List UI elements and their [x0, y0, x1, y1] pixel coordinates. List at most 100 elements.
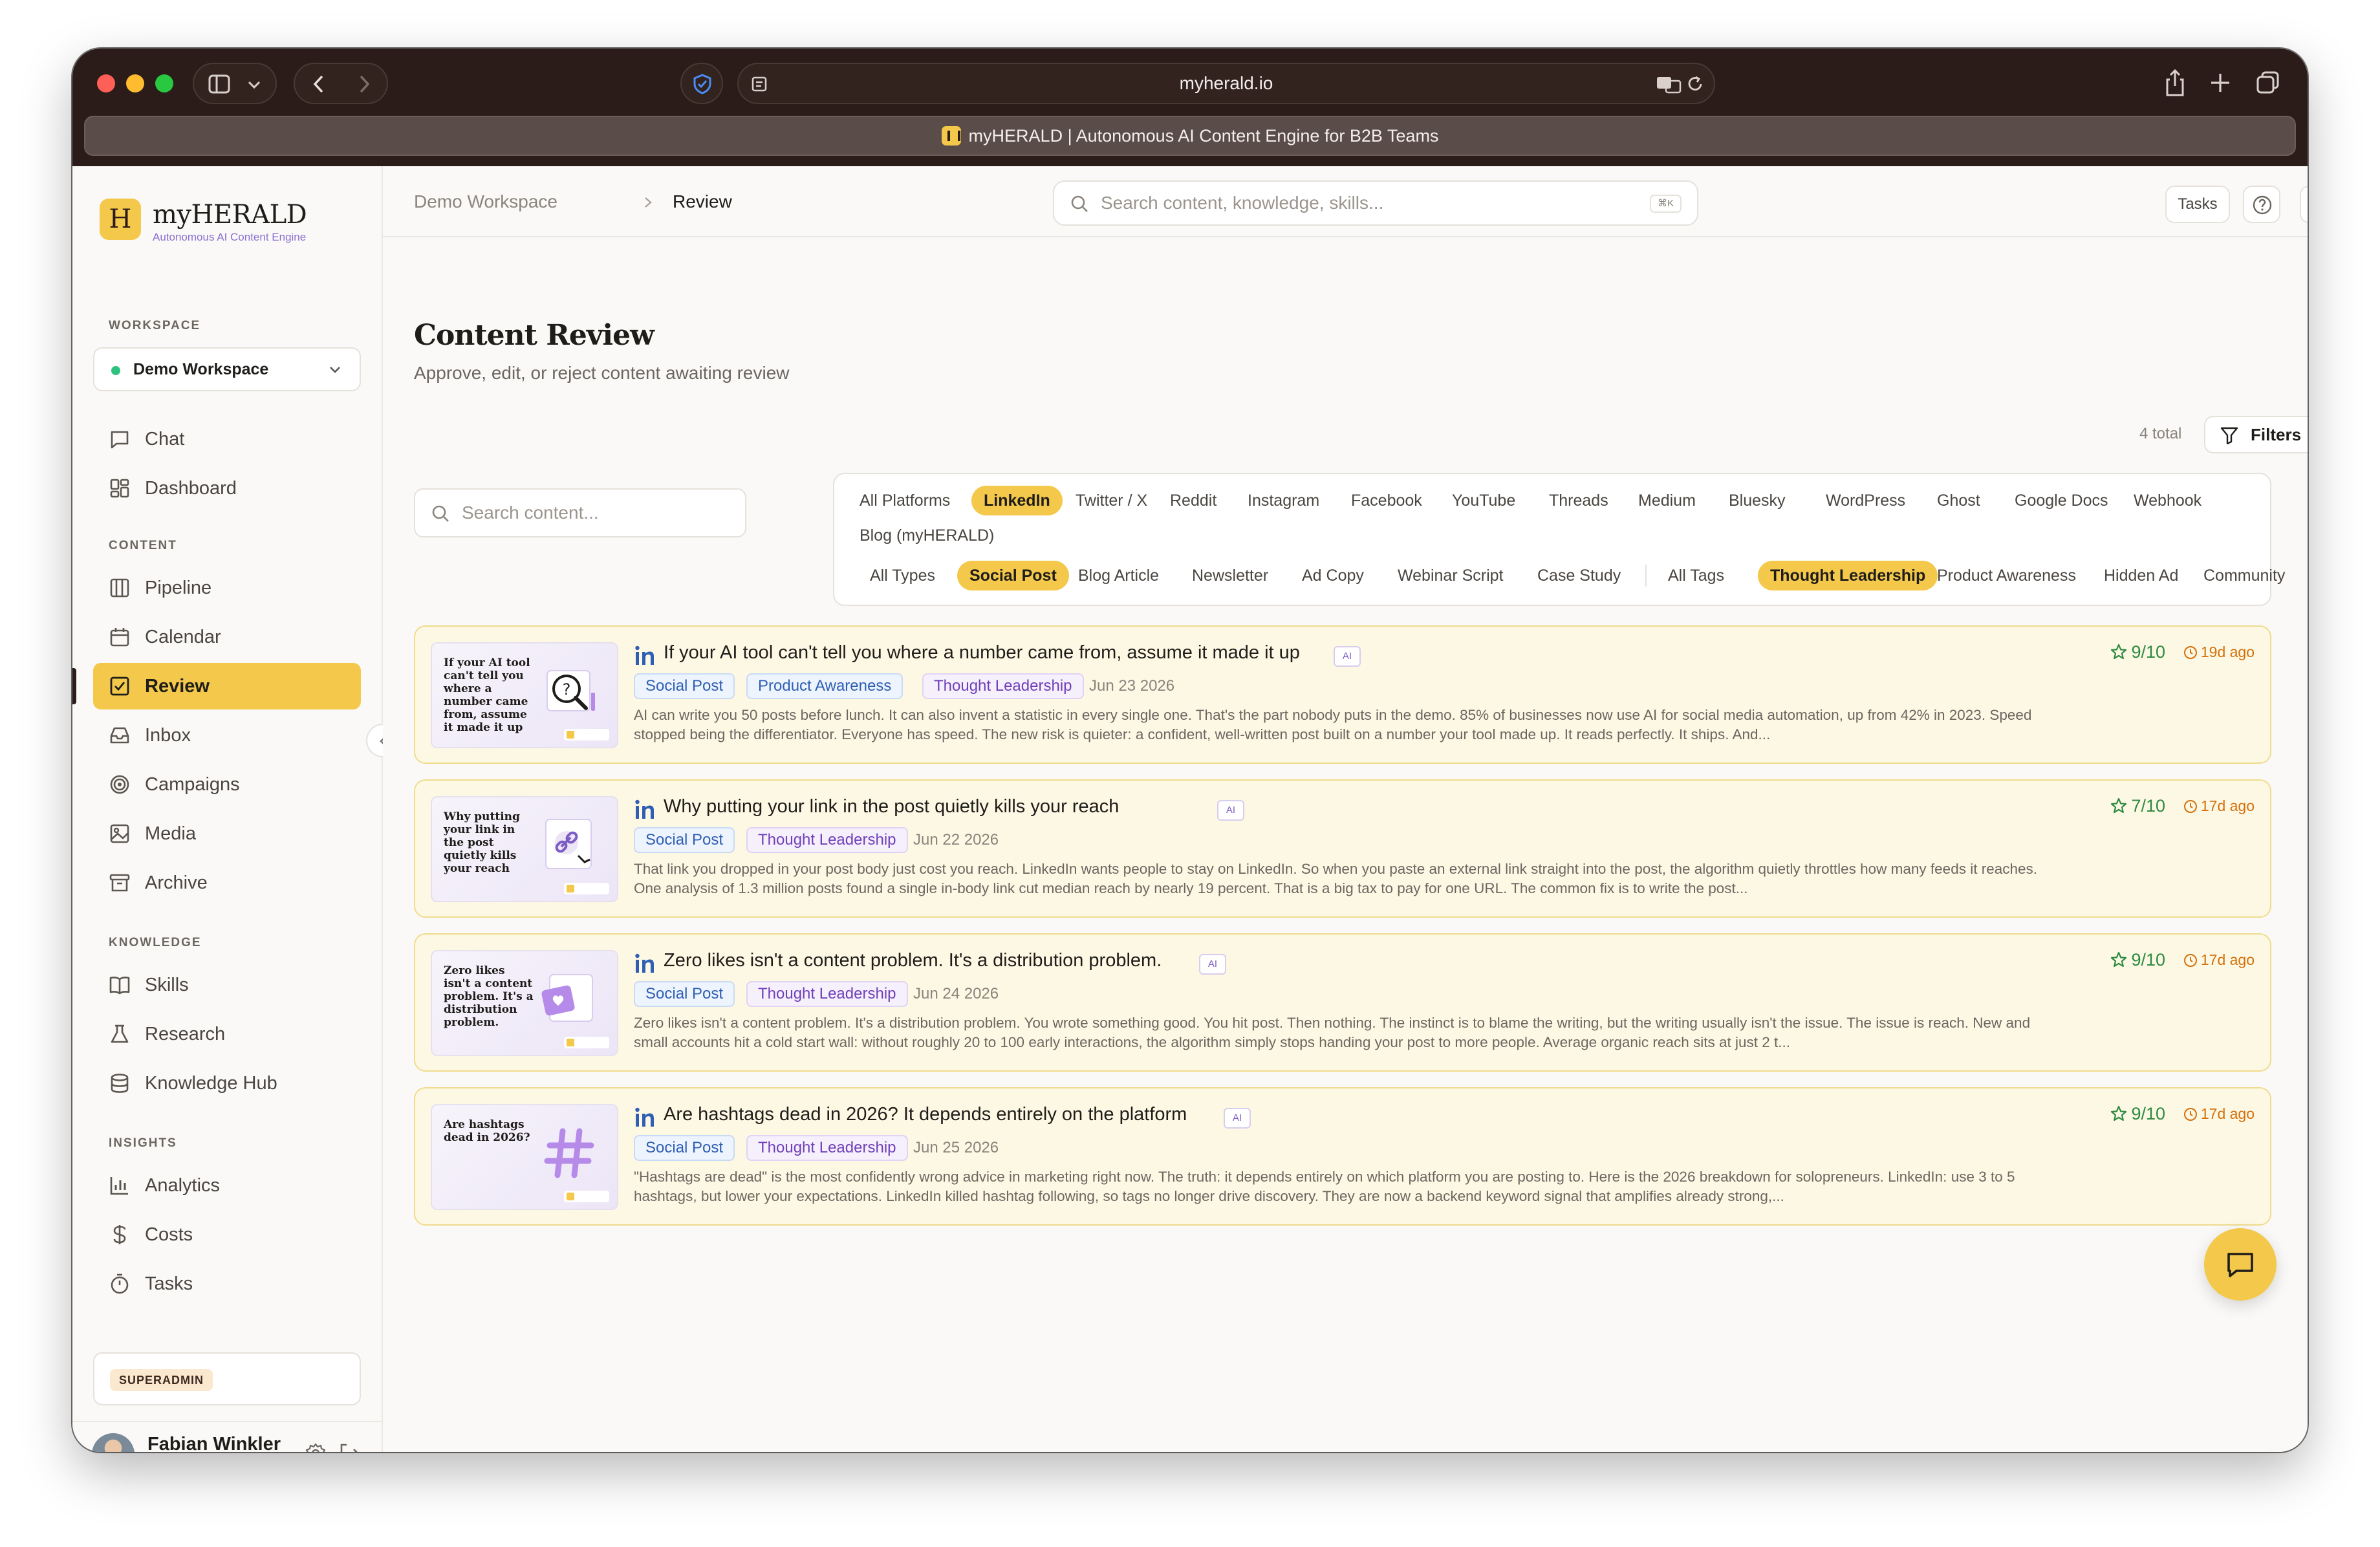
content-card[interactable]: Zero likes isn't a content problem. It's…	[414, 933, 2271, 1072]
thumbnail-text: Why putting your link in the post quietl…	[444, 810, 520, 875]
type-chip-case-study[interactable]: Case Study	[1525, 561, 1633, 590]
sidebar-item-knowledge-hub[interactable]: Knowledge Hub	[93, 1060, 361, 1107]
tag-chip-thought-leadership[interactable]: Thought Leadership	[1758, 561, 1938, 590]
sidebar-item-skills[interactable]: Skills	[93, 962, 361, 1008]
chevron-down-icon	[330, 367, 340, 373]
tag-chip-product-awareness[interactable]: Product Awareness	[1925, 561, 2088, 590]
sidebar-item-archive[interactable]: Archive	[93, 860, 361, 906]
content-search-input[interactable]: Search content...	[414, 488, 746, 537]
sidebar-item-pipeline[interactable]: Pipeline	[93, 565, 361, 611]
platform-chip-blog[interactable]: Blog (myHERALD)	[847, 521, 1006, 550]
sidebar-item-inbox[interactable]: Inbox	[93, 712, 361, 759]
translate-icon[interactable]	[1656, 74, 1682, 94]
content-card[interactable]: If your AI tool can't tell you where a n…	[414, 625, 2271, 764]
type-chip-all[interactable]: All Types	[858, 561, 947, 590]
card-age: 17d ago	[2183, 951, 2255, 969]
chat-fab-button[interactable]	[2204, 1228, 2277, 1301]
tag-chip-hidden-ad[interactable]: Hidden Ad	[2092, 561, 2191, 590]
sidebar-item-label: Review	[145, 676, 210, 697]
tag-chip-all[interactable]: All Tags	[1656, 561, 1736, 590]
card-title[interactable]: Why putting your link in the post quietl…	[664, 796, 1119, 817]
search-icon	[1071, 195, 1088, 212]
card-age: 19d ago	[2183, 644, 2255, 661]
minimize-window-button[interactable]	[126, 74, 144, 92]
new-tab-icon[interactable]	[2209, 72, 2231, 94]
type-chip-ad-copy[interactable]: Ad Copy	[1290, 561, 1376, 590]
active-indicator	[72, 668, 76, 704]
breadcrumb-workspace[interactable]: Demo Workspace	[414, 166, 557, 237]
back-icon[interactable]	[312, 74, 326, 94]
platform-chip-threads[interactable]: Threads	[1537, 486, 1621, 515]
platform-chip-webhook[interactable]: Webhook	[2121, 486, 2214, 515]
flask-icon	[111, 1024, 129, 1043]
platform-chip-medium[interactable]: Medium	[1626, 486, 1708, 515]
forward-icon[interactable]	[357, 74, 371, 94]
score-value: 9/10	[2131, 950, 2165, 969]
type-chip-newsletter[interactable]: Newsletter	[1180, 561, 1281, 590]
sidebar-item-costs[interactable]: Costs	[93, 1211, 361, 1258]
close-window-button[interactable]	[97, 74, 115, 92]
sidebar-item-campaigns[interactable]: Campaigns	[93, 761, 361, 808]
card-title[interactable]: If your AI tool can't tell you where a n…	[664, 642, 1300, 664]
card-excerpt: Zero likes isn't a content problem. It's…	[634, 1015, 2031, 1050]
platform-chip-all[interactable]: All Platforms	[847, 486, 962, 515]
help-button[interactable]	[2243, 186, 2280, 223]
gear-icon[interactable]	[304, 1442, 327, 1452]
thumbnail-logo	[564, 729, 609, 741]
tasks-button[interactable]: Tasks	[2165, 186, 2230, 223]
logo-name: myHERALD	[153, 200, 307, 230]
linkedin-icon	[635, 799, 654, 819]
sidebar-item-chat[interactable]: Chat	[93, 416, 361, 462]
quality-score: 9/10	[2110, 950, 2165, 970]
reload-icon[interactable]	[1685, 74, 1705, 94]
maximize-window-button[interactable]	[155, 74, 173, 92]
tag-chip-community[interactable]: Community	[2191, 561, 2297, 590]
platform-chip-ghost[interactable]: Ghost	[1925, 486, 1993, 515]
sidebar-item-dashboard[interactable]: Dashboard	[93, 465, 361, 512]
platform-chip-twitter[interactable]: Twitter / X	[1063, 486, 1160, 515]
platform-chip-bluesky[interactable]: Bluesky	[1716, 486, 1798, 515]
type-chip-webinar-script[interactable]: Webinar Script	[1385, 561, 1516, 590]
sidebar-item-analytics[interactable]: Analytics	[93, 1162, 361, 1209]
history-nav	[294, 63, 388, 104]
workspace-name: Demo Workspace	[133, 360, 269, 378]
tab-bar[interactable]: myHERALD | Autonomous AI Content Engine …	[84, 116, 2296, 156]
extension-button[interactable]	[680, 63, 723, 104]
active-tab[interactable]: myHERALD | Autonomous AI Content Engine …	[85, 117, 2295, 155]
sidebar-item-research[interactable]: Research	[93, 1011, 361, 1057]
top-bar: Demo Workspace Review Search content, kn…	[383, 166, 2308, 237]
platform-chip-linkedin[interactable]: LinkedIn	[971, 486, 1063, 515]
sidebar-item-tasks[interactable]: Tasks	[93, 1260, 361, 1307]
notifications-button[interactable]	[2300, 186, 2308, 223]
sidebar-item-review[interactable]: Review	[93, 663, 361, 709]
sidebar-toggle-button[interactable]	[193, 63, 277, 104]
sidebar-item-media[interactable]: Media	[93, 810, 361, 857]
sidebar-item-label: Pipeline	[145, 578, 212, 598]
type-chip-blog-article[interactable]: Blog Article	[1066, 561, 1171, 590]
tab-overview-icon[interactable]	[2256, 70, 2280, 95]
thumbnail-logo	[564, 1037, 609, 1048]
clock-icon	[2183, 1108, 2197, 1121]
address-bar[interactable]: myherald.io	[737, 63, 1715, 104]
platform-chip-instagram[interactable]: Instagram	[1235, 486, 1332, 515]
clock-icon	[2183, 646, 2197, 659]
filters-button[interactable]: Filters 3	[2204, 416, 2308, 453]
content-card[interactable]: Are hashtags dead in 2026? Are hashtags …	[414, 1087, 2271, 1226]
share-icon[interactable]	[2164, 68, 2186, 98]
logout-icon[interactable]	[338, 1442, 361, 1452]
platform-chip-reddit[interactable]: Reddit	[1158, 486, 1229, 515]
link-icon	[545, 819, 592, 869]
role-panel: SUPERADMIN	[93, 1352, 361, 1405]
platform-chip-google-docs[interactable]: Google Docs	[2002, 486, 2121, 515]
content-card[interactable]: Why putting your link in the post quietl…	[414, 779, 2271, 918]
card-title[interactable]: Zero likes isn't a content problem. It's…	[664, 950, 1162, 971]
workspace-select[interactable]: Demo Workspace	[93, 347, 361, 391]
global-search-input[interactable]: Search content, knowledge, skills... ⌘K	[1053, 180, 1698, 226]
platform-chip-facebook[interactable]: Facebook	[1339, 486, 1434, 515]
platform-chip-wordpress[interactable]: WordPress	[1813, 486, 1918, 515]
type-chip-social-post[interactable]: Social Post	[957, 561, 1069, 590]
card-title[interactable]: Are hashtags dead in 2026? It depends en…	[664, 1104, 1187, 1125]
platform-chip-youtube[interactable]: YouTube	[1440, 486, 1528, 515]
sidebar-item-label: Campaigns	[145, 774, 240, 795]
sidebar-item-calendar[interactable]: Calendar	[93, 614, 361, 660]
